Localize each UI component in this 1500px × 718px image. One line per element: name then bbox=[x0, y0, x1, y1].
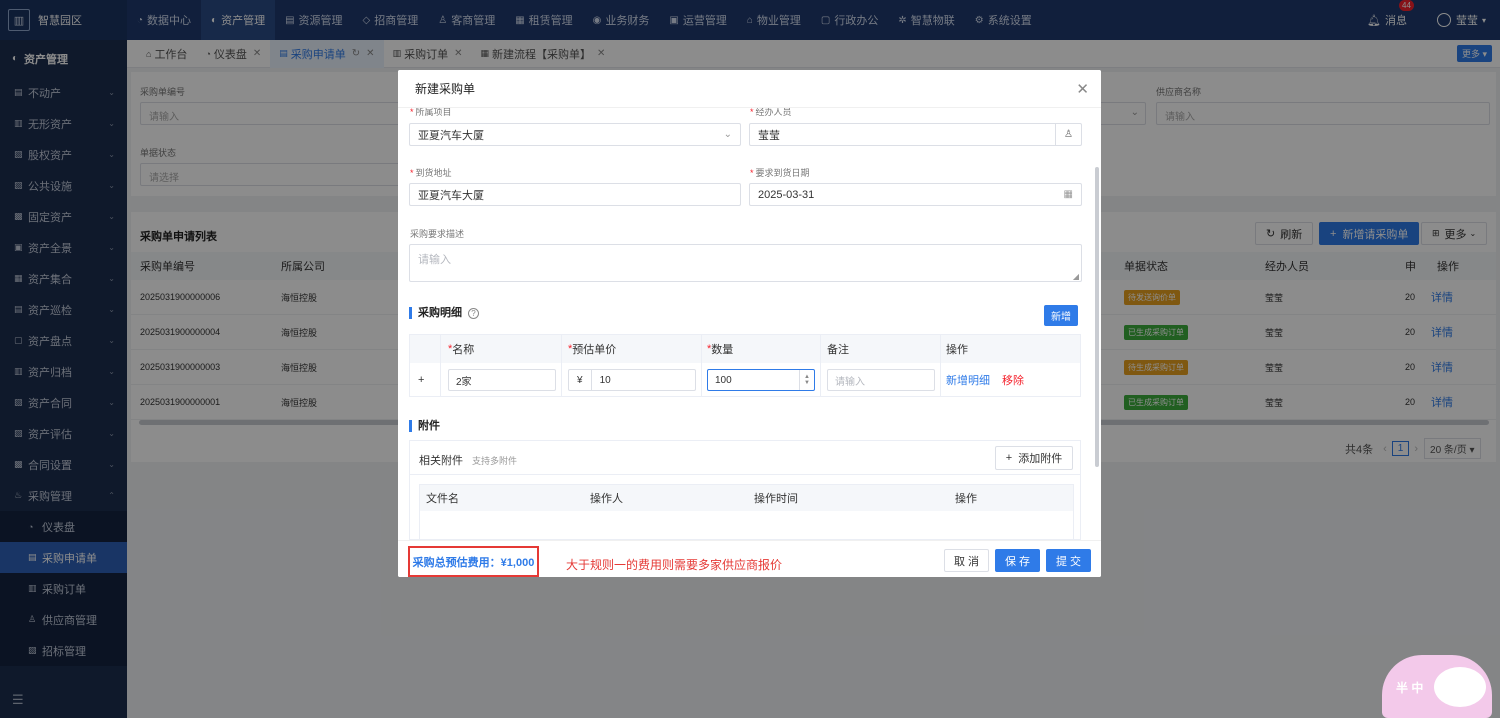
item-price-input[interactable]: ¥10 bbox=[568, 369, 696, 391]
date-label: * 要求到货日期 bbox=[750, 168, 810, 178]
attachment-table: 文件名 操作人 操作时间 操作 bbox=[419, 484, 1074, 544]
column-header: 备注 bbox=[827, 344, 849, 356]
column-divider bbox=[940, 335, 941, 397]
chevron-down-icon: ⌄ bbox=[723, 129, 732, 140]
address-input[interactable]: 亚夏汽车大厦 bbox=[409, 183, 741, 206]
add-attachment-button[interactable]: + 添加附件 bbox=[995, 446, 1073, 470]
add-detail-link[interactable]: 新增明细 bbox=[946, 363, 990, 397]
cancel-button[interactable]: 取 消 bbox=[944, 549, 989, 572]
column-divider bbox=[440, 335, 441, 397]
column-header: 操作 bbox=[946, 344, 968, 356]
attachment-box: 相关附件 支持多附件 + 添加附件 文件名 操作人 操作时间 操作 bbox=[409, 440, 1081, 544]
modal-title: 新建采购单 bbox=[398, 70, 1101, 108]
user-icon[interactable]: ♙ bbox=[1055, 124, 1081, 145]
save-button[interactable]: 保 存 bbox=[995, 549, 1040, 572]
expand-row-icon[interactable]: + bbox=[418, 363, 424, 397]
attach-label: 相关附件 bbox=[419, 455, 463, 467]
item-name-input[interactable]: 2家 bbox=[448, 369, 556, 391]
attachment-table-header: 文件名 操作人 操作时间 操作 bbox=[420, 485, 1073, 511]
submit-button[interactable]: 提 交 bbox=[1046, 549, 1091, 572]
column-header: 操作时间 bbox=[754, 493, 798, 505]
column-header: 操作人 bbox=[590, 493, 623, 505]
date-value: 2025-03-31 bbox=[758, 188, 815, 201]
modal-scrollbar[interactable] bbox=[1095, 167, 1099, 467]
quantity-stepper[interactable]: 100 ▲ ▼ bbox=[707, 369, 815, 391]
stepper-arrows-icon[interactable]: ▲ ▼ bbox=[799, 370, 814, 390]
resize-handle-icon[interactable]: ◢ bbox=[1073, 272, 1079, 281]
attach-hint: 支持多附件 bbox=[472, 456, 518, 466]
detail-section-title: 采购明细? bbox=[409, 307, 479, 319]
plus-icon: + bbox=[1005, 452, 1013, 464]
column-header: * 名称 bbox=[448, 343, 475, 356]
project-value: 亚夏汽车大厦 bbox=[418, 129, 484, 142]
date-picker[interactable]: 2025-03-31 ▦ bbox=[749, 183, 1082, 206]
help-icon[interactable]: ? bbox=[468, 308, 479, 319]
column-header: 操作 bbox=[955, 493, 977, 505]
column-divider bbox=[561, 335, 562, 397]
detail-table: * 名称 * 预估单价 * 数量 备注 操作 + 2家 ¥10 100 ▲ ▼ 请输入 新… bbox=[409, 334, 1081, 397]
mascot-widget[interactable]: 半 中 bbox=[1382, 655, 1492, 718]
item-remark-input[interactable]: 请输入 bbox=[827, 369, 935, 391]
currency-prefix: ¥ bbox=[569, 370, 592, 390]
detail-add-button[interactable]: 新增 bbox=[1044, 305, 1078, 326]
column-header: 文件名 bbox=[426, 493, 459, 505]
calendar-icon: ▦ bbox=[1063, 189, 1073, 200]
column-divider bbox=[701, 335, 702, 397]
detail-table-header: * 名称 * 预估单价 * 数量 备注 操作 bbox=[410, 335, 1080, 363]
desc-label: 采购要求描述 bbox=[410, 229, 465, 239]
desc-placeholder: 请输入 bbox=[418, 254, 451, 266]
column-divider bbox=[820, 335, 821, 397]
remove-detail-link[interactable]: 移除 bbox=[1002, 363, 1024, 397]
attachment-header: 相关附件 支持多附件 + 添加附件 bbox=[410, 441, 1080, 475]
annotation-note: 大于规则一的费用则需要多家供应商报价 bbox=[566, 558, 783, 572]
total-estimate: 采购总预估费用：¥1,000 bbox=[408, 546, 539, 577]
address-value: 亚夏汽车大厦 bbox=[418, 189, 484, 202]
address-label: * 到货地址 bbox=[410, 168, 452, 178]
project-select[interactable]: 亚夏汽车大厦 ⌄ bbox=[409, 123, 741, 146]
attach-section-title: 附件 bbox=[409, 420, 440, 432]
column-header: * 预估单价 bbox=[568, 343, 617, 356]
handler-input[interactable]: 莹莹 ♙ bbox=[749, 123, 1082, 146]
modal-footer: 采购总预估费用：¥1,000 大于规则一的费用则需要多家供应商报价 取 消 保 … bbox=[398, 540, 1101, 577]
close-icon[interactable]: ✕ bbox=[1076, 80, 1089, 98]
detail-row: + 2家 ¥10 100 ▲ ▼ 请输入 新增明细 移除 bbox=[410, 363, 1080, 397]
new-purchase-modal: 新建采购单 ✕ * 所属项目 亚夏汽车大厦 ⌄ * 经办人员 莹莹 ♙ * 到货地址 亚夏… bbox=[398, 70, 1101, 577]
column-header: * 数量 bbox=[707, 343, 734, 356]
mascot-text: 半 中 bbox=[1396, 681, 1424, 695]
handler-value: 莹莹 bbox=[758, 129, 780, 142]
mascot-face-icon bbox=[1434, 667, 1486, 707]
desc-textarea[interactable]: 请输入 ◢ bbox=[409, 244, 1082, 282]
